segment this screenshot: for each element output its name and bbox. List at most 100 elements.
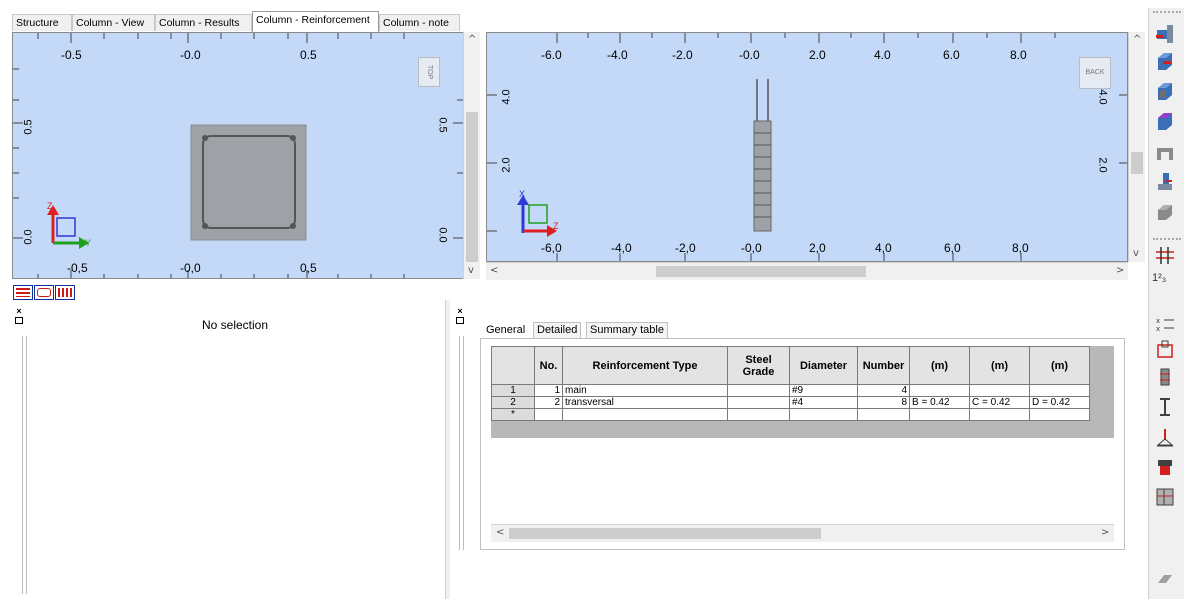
- top-view-viewport[interactable]: -0.5 -0.0 0.5 -0,5 -0,0 0,5 0.5 0.0 0.5 …: [12, 32, 464, 279]
- scroll-thumb[interactable]: [1131, 152, 1143, 174]
- cell[interactable]: [789, 408, 858, 421]
- axis-label: Z: [47, 201, 53, 211]
- beam-gray-icon[interactable]: [1154, 200, 1176, 222]
- tab-detailed[interactable]: Detailed: [533, 322, 582, 338]
- scroll-thumb[interactable]: [656, 266, 866, 277]
- view-tabs: Structure Column - View Column - Results…: [12, 10, 460, 33]
- tab-column-reinforcement[interactable]: Column - Reinforcement: [252, 11, 379, 32]
- cell[interactable]: [727, 396, 790, 409]
- column-header[interactable]: Reinforcement Type: [562, 346, 728, 385]
- cell[interactable]: [1029, 408, 1090, 421]
- close-icon[interactable]: ×: [14, 307, 24, 316]
- cell[interactable]: [857, 408, 910, 421]
- cell[interactable]: 1: [534, 384, 563, 397]
- i-beam-icon[interactable]: [1154, 396, 1176, 418]
- axis-triad: [517, 195, 557, 237]
- slab-icon[interactable]: [1154, 110, 1176, 132]
- section-cut-icon[interactable]: [1154, 338, 1176, 360]
- cell[interactable]: 4: [857, 384, 910, 397]
- load-icon[interactable]: [1154, 456, 1176, 478]
- x-tick-label: 6,0: [944, 241, 961, 255]
- cell[interactable]: [909, 408, 970, 421]
- scroll-thumb[interactable]: [509, 528, 821, 539]
- eraser-icon[interactable]: [1154, 565, 1176, 587]
- cell[interactable]: 2: [534, 396, 563, 409]
- restore-icon[interactable]: [15, 317, 23, 324]
- row-header[interactable]: 1: [491, 384, 535, 397]
- tab-column-results[interactable]: Column - Results: [155, 14, 252, 31]
- top-view-vscrollbar[interactable]: ^ v: [463, 32, 480, 279]
- tab-general[interactable]: General: [486, 324, 525, 336]
- column-header[interactable]: Diameter: [789, 346, 858, 385]
- table-row-new[interactable]: *: [491, 408, 1090, 421]
- table-row[interactable]: 1 1 main #9 4: [491, 384, 1090, 397]
- cell[interactable]: [1029, 384, 1090, 397]
- layout-vertical-icon[interactable]: [55, 285, 75, 300]
- cell[interactable]: [727, 408, 790, 421]
- cell[interactable]: #9: [789, 384, 858, 397]
- cell[interactable]: transversal: [562, 396, 728, 409]
- dimension-icon[interactable]: xx: [1154, 314, 1176, 336]
- cell[interactable]: [909, 384, 970, 397]
- column-header[interactable]: Steel Grade: [727, 346, 790, 385]
- restore-icon[interactable]: [456, 317, 464, 324]
- y-tick-label: 4.0: [500, 89, 513, 105]
- cell[interactable]: [969, 408, 1030, 421]
- frame-icon[interactable]: [1154, 486, 1176, 508]
- cell[interactable]: [727, 384, 790, 397]
- cell[interactable]: [562, 408, 728, 421]
- layout-section-icon[interactable]: [34, 285, 54, 300]
- column-section-icon[interactable]: [1154, 80, 1176, 102]
- axis-label: Z: [553, 221, 559, 231]
- wall-icon[interactable]: [1154, 142, 1176, 164]
- pile-icon[interactable]: [1154, 366, 1176, 388]
- rebar-grid-icon[interactable]: [1154, 244, 1176, 266]
- cell[interactable]: [969, 384, 1030, 397]
- column-header[interactable]: (m): [969, 346, 1030, 385]
- column-header[interactable]: (m): [1029, 346, 1090, 385]
- cell[interactable]: #4: [789, 396, 858, 409]
- tab-column-view[interactable]: Column - View: [72, 14, 155, 31]
- scroll-thumb[interactable]: [466, 112, 478, 262]
- top-view-canvas: [13, 33, 463, 278]
- splitter[interactable]: [22, 336, 27, 594]
- close-icon[interactable]: ×: [455, 307, 465, 316]
- cell[interactable]: [534, 408, 563, 421]
- column-header[interactable]: Number: [857, 346, 910, 385]
- row-header[interactable]: *: [491, 408, 535, 421]
- column-header[interactable]: (m): [909, 346, 970, 385]
- tab-summary-table[interactable]: Summary table: [586, 322, 668, 338]
- cell[interactable]: main: [562, 384, 728, 397]
- table-hscrollbar[interactable]: < >: [491, 524, 1114, 542]
- table-row[interactable]: 2 2 transversal #4 8 B = 0.42 C = 0.42 D…: [491, 396, 1090, 409]
- column-3d-icon[interactable]: [1154, 50, 1176, 72]
- splitter[interactable]: [459, 336, 464, 550]
- column-header[interactable]: No.: [534, 346, 563, 385]
- support-icon[interactable]: [1154, 426, 1176, 448]
- y-tick-label: 0.0: [22, 229, 35, 245]
- beam-view-icon[interactable]: [1154, 22, 1176, 44]
- back-view-viewport[interactable]: -6.0 -4.0 -2.0 -0.0 2.0 4.0 6.0 8.0 -6,0…: [486, 32, 1128, 262]
- table-header-row: No. Reinforcement Type Steel Grade Diame…: [491, 346, 1090, 385]
- back-view-hscrollbar[interactable]: < >: [486, 262, 1128, 280]
- numbering-icon[interactable]: 1²₃: [1152, 272, 1178, 284]
- rebar-dot: [290, 135, 296, 141]
- layout-horizontal-icon[interactable]: [13, 285, 33, 300]
- row-header[interactable]: 2: [491, 396, 535, 409]
- tab-structure[interactable]: Structure: [12, 14, 72, 31]
- back-view-vscrollbar[interactable]: ^ v: [1128, 32, 1145, 262]
- cell[interactable]: C = 0.42: [969, 396, 1030, 409]
- view-cube-top[interactable]: TOP: [418, 57, 440, 87]
- x-tick-label: -2,0: [675, 241, 696, 255]
- back-view-canvas: [487, 33, 1127, 261]
- cell[interactable]: 8: [857, 396, 910, 409]
- foundation-icon[interactable]: [1154, 170, 1176, 192]
- view-cube-back[interactable]: BACK: [1079, 57, 1111, 89]
- panel-splitter[interactable]: [445, 300, 450, 599]
- left-ruler: [487, 94, 1127, 232]
- bottom-ruler: [37, 270, 405, 278]
- panel-controls: ×: [455, 307, 467, 336]
- cell[interactable]: B = 0.42: [909, 396, 970, 409]
- cell[interactable]: D = 0.42: [1029, 396, 1090, 409]
- tab-column-note[interactable]: Column - note: [379, 14, 460, 31]
